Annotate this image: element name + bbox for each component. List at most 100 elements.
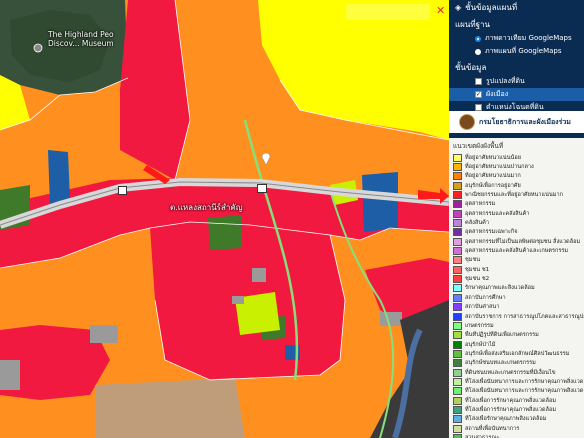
poi-label: The Highland Peo Discov... Museum: [48, 30, 114, 48]
panel-title: ชั้นข้อมูลแผนที่: [465, 3, 518, 12]
legend-label: รักษาคุณภาพและสิ่งแวดล้อม: [465, 285, 535, 292]
legend-item: อนุรักษ์ชนบทและเกษตรกรรม: [449, 359, 584, 368]
legend-swatch: [453, 284, 462, 293]
legend-label: พื้นที่ปฏิรูปที่ดินเพื่อเกษตรกรรม: [465, 332, 539, 339]
layer-panel: ◈ ชั้นข้อมูลแผนที่ แผนที่ฐาน ภาพดาวเทียม…: [449, 0, 584, 438]
legend-item: อุตสาหกรรมและคลังสินค้าและเกษตรกรรม: [449, 246, 584, 256]
legend-item: ที่อยู่อาศัยหนาแน่นมาก: [449, 172, 584, 181]
legend-item: พาณิชยกรรมและที่อยู่อาศัยหนาแน่นมาก: [449, 190, 584, 200]
legend-item: สถาบันศาสนา: [449, 303, 584, 312]
legend-label: อุตสาหกรรมและคลังสินค้าและเกษตรกรรม: [465, 248, 569, 255]
legend-swatch: [453, 321, 462, 330]
legend-label: อนุรักษ์เพื่อการอยู่อาศัย: [465, 182, 521, 189]
legend-label: สถาบันศาสนา: [465, 304, 500, 311]
legend-label: สถานที่เพื่อนันทนาการ: [465, 425, 520, 432]
legend-swatch: [453, 237, 462, 246]
legend-label: อนุรักษ์ชนบทและเกษตรกรรม: [465, 360, 536, 367]
checkbox[interactable]: ✓: [475, 91, 482, 98]
legend-swatch: [453, 368, 462, 377]
poi-marker-icon[interactable]: [33, 43, 43, 53]
checkbox[interactable]: [475, 104, 482, 111]
basemap-option-label: ภาพดาวเทียม GoogleMaps: [485, 34, 572, 42]
legend-swatch: [453, 153, 462, 162]
agency-logo-icon: [459, 114, 475, 130]
legend-item: รักษาคุณภาพและสิ่งแวดล้อม: [449, 284, 584, 293]
legend-swatch: [453, 163, 462, 172]
legend-label: ที่อยู่อาศัยหนาแน่นปานกลาง: [465, 164, 534, 171]
legend-label: อุตสาหกรรมที่ไม่เป็นมลพิษต่อชุมชน สิ่งแว…: [465, 238, 581, 245]
legend-swatch: [453, 181, 462, 190]
legend-item: อนุรักษ์เพื่อส่งเสริมเอกลักษณ์ศิลปวัฒนธร…: [449, 349, 584, 358]
close-icon[interactable]: ✕: [436, 5, 446, 17]
checkbox[interactable]: [475, 78, 482, 85]
legend-swatch: [453, 405, 462, 414]
legend-item: สถานที่เพื่อนันทนาการ: [449, 424, 584, 433]
legend-label: ที่โล่งเพื่อนันทนาการและการรักษาคุณภาพสิ…: [465, 378, 584, 385]
legend-item: ที่โล่งเพื่อนันทนาการและการรักษาคุณภาพสิ…: [449, 377, 584, 386]
basemap-option[interactable]: ภาพแผนที่ GoogleMaps: [449, 45, 584, 58]
poi-label-line2: Discov... Museum: [48, 39, 114, 48]
legend-swatch: [453, 247, 462, 256]
legend-item: อนุรักษ์ป่าไม้: [449, 340, 584, 349]
layer-option[interactable]: ✓ ผังเมือง: [449, 88, 584, 101]
legend-swatch: [453, 415, 462, 424]
legend-swatch: [453, 219, 462, 228]
legend-item: อุตสาหกรรมที่ไม่เป็นมลพิษต่อชุมชน สิ่งแว…: [449, 237, 584, 246]
legend-label: อุตสาหกรรมเฉพาะกิจ: [465, 229, 518, 236]
legend-item: ชุมชน ช2: [449, 274, 584, 284]
legend-swatch: [453, 377, 462, 386]
agency-name: กรมโยธาธิการและผังเมืองร่วม: [479, 117, 571, 126]
road-shield-icon: [257, 184, 267, 193]
basemap-option[interactable]: ภาพดาวเทียม GoogleMaps: [449, 32, 584, 45]
legend-swatch: [453, 340, 462, 349]
legend-label: พาณิชยกรรมและที่อยู่อาศัยหนาแน่นมาก: [465, 192, 563, 199]
zone-brown: [95, 378, 245, 438]
legend-item: ชุมชน: [449, 256, 584, 265]
legend-swatch: [453, 387, 462, 396]
layers-icon: ◈: [455, 3, 462, 12]
legend-item: พื้นที่ปฏิรูปที่ดินเพื่อเกษตรกรรม: [449, 331, 584, 340]
search-input[interactable]: [346, 4, 430, 20]
radio-button[interactable]: [475, 35, 481, 42]
legend-swatch: [453, 265, 462, 274]
legend-item: ชุมชน ช1: [449, 265, 584, 274]
layer-option[interactable]: รูปแปลงที่ดิน: [449, 75, 584, 88]
layer-option-label: ผังเมือง: [486, 90, 509, 98]
radio-button[interactable]: [475, 48, 481, 55]
legend-item: ที่โล่งเพื่อรักษาคุณภาพสิ่งแวดล้อม: [449, 415, 584, 424]
basemap-title: แผนที่ฐาน: [455, 20, 490, 29]
legend-swatch: [453, 256, 462, 265]
legend-label: ชุมชน ช2: [465, 276, 490, 283]
legend-swatch: [453, 209, 462, 218]
legend-swatch: [453, 396, 462, 405]
legend-label: อนุรักษ์เพื่อส่งเสริมเอกลักษณ์ศิลปวัฒนธร…: [465, 350, 570, 357]
legend-label: ที่โล่งเพื่อรักษาคุณภาพสิ่งแวดล้อม: [465, 416, 547, 423]
layer-option-label: รูปแปลงที่ดิน: [486, 77, 525, 85]
legend-label: สถาบันราชการ การสาธารณูปโภคและสาธารณูปกา…: [465, 313, 584, 320]
legend-item: อุตสาหกรรมและคลังสินค้า: [449, 209, 584, 218]
legend-swatch: [453, 433, 462, 438]
layers-title: ชั้นข้อมูล: [455, 63, 487, 72]
legend-label: เกษตรกรรม: [465, 322, 494, 329]
legend-label: ชุมชน ช1: [465, 266, 490, 273]
legend-item: เกษตรกรรม: [449, 321, 584, 330]
legend-label: ที่โล่งเพื่อนันทนาการและการรักษาคุณภาพสิ…: [465, 388, 584, 395]
legend-item: อุตสาหกรรมเฉพาะกิจ: [449, 228, 584, 237]
legend-item: ที่ดินชนบทและเกษตรกรรมที่มีเงื่อนไข: [449, 368, 584, 377]
legend-label: ที่อยู่อาศัยหนาแน่นมาก: [465, 173, 521, 180]
legend-item: ที่โล่งเพื่อนันทนาการและการรักษาคุณภาพสิ…: [449, 387, 584, 396]
zone-blue-institution: [48, 150, 70, 205]
road-shield-icon: [118, 186, 127, 195]
poi-label-line1: The Highland Peo: [48, 30, 114, 39]
legend-swatch: [453, 349, 462, 358]
legend-label: ที่ดินชนบทและเกษตรกรรมที่มีเงื่อนไข: [465, 369, 556, 376]
legend-label: สวนสาธารณะ: [465, 434, 500, 438]
legend-swatch: [453, 359, 462, 368]
legend: แนวเขตผังผังพื้นที่ ที่อยู่อาศัยหนาแน่นน…: [449, 138, 584, 438]
legend-item: ที่อยู่อาศัยหนาแน่นน้อย: [449, 153, 584, 162]
zone-forest: [208, 215, 242, 250]
basemap-option-label: ภาพแผนที่ GoogleMaps: [485, 47, 562, 55]
legend-item: ที่โล่งเพื่อการรักษาคุณภาพสิ่งแวดล้อม: [449, 405, 584, 414]
legend-label: ที่โล่งเพื่อการรักษาคุณภาพสิ่งแวดล้อม: [465, 406, 557, 413]
legend-item: สวนสาธารณะ: [449, 433, 584, 438]
